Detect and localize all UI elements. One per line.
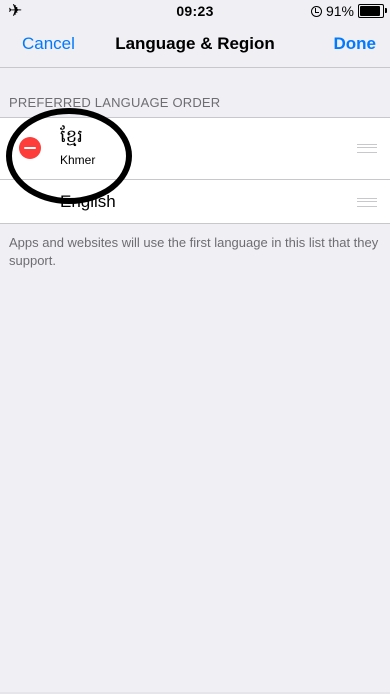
status-bar: ✈ 09:23 91% [0, 0, 390, 24]
battery-fill [360, 6, 381, 16]
status-right: 91% [310, 3, 387, 19]
language-name: English [60, 192, 116, 211]
battery-percent: 91% [325, 3, 354, 19]
page-title: Language & Region [115, 34, 275, 53]
language-row-khmer[interactable]: ខ្មែរ Khmer [0, 118, 390, 179]
language-row-english[interactable]: English [0, 179, 390, 223]
battery-icon [358, 4, 387, 18]
reorder-handle-icon[interactable] [357, 198, 377, 207]
navigation-bar: Cancel Language & Region Done [0, 24, 390, 68]
language-native-name: ខ្មែរ [60, 126, 83, 146]
language-list: ខ្មែរ Khmer English [0, 117, 390, 224]
done-button[interactable]: Done [334, 34, 377, 54]
delete-language-button[interactable] [19, 137, 41, 159]
reorder-handle-icon[interactable] [357, 144, 377, 153]
orientation-lock-icon [310, 5, 322, 17]
section-header: PREFERRED LANGUAGE ORDER [9, 95, 221, 110]
language-name: Khmer [60, 153, 96, 167]
footer-note: Apps and websites will use the first lan… [9, 235, 379, 268]
